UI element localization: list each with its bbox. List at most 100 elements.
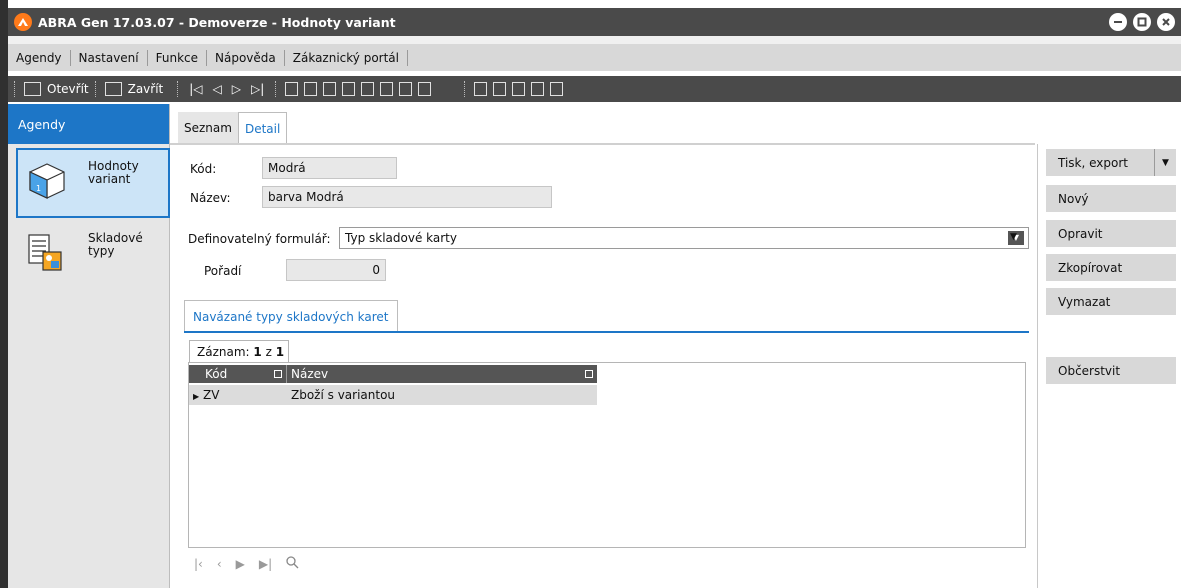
table-row[interactable]: ▶ ZV Zboží s variantou — [189, 385, 597, 405]
column-header-nazev-label: Název — [291, 367, 329, 381]
tab-detail[interactable]: Detail — [237, 112, 288, 144]
poradi-label: Pořadí — [204, 264, 242, 278]
kod-label: Kód: — [190, 162, 217, 176]
poradi-field[interactable]: 0 — [286, 259, 386, 281]
report-icon[interactable] — [418, 82, 432, 96]
print-icon[interactable] — [323, 82, 337, 96]
stock-types-icon — [26, 232, 68, 274]
tab-navazane-typy-label: Navázané typy skladových karet — [193, 309, 389, 324]
settings-icon[interactable] — [531, 82, 545, 96]
record-of: z — [265, 344, 272, 359]
menu-zakaznicky-portal[interactable]: Zákaznický portál — [285, 49, 408, 66]
menu-funkce[interactable]: Funkce — [148, 49, 208, 66]
open-icon — [24, 82, 41, 96]
column-filter-icon[interactable] — [274, 370, 282, 378]
titlebar-gap — [8, 36, 1181, 44]
grid-navigator: |‹ ‹ ▶ ▶| — [194, 556, 299, 572]
close-agenda-button[interactable]: Zavřít — [102, 82, 163, 96]
toolbar: Otevřít Zavřít |◁ ◁ ▷ ▷| — [8, 76, 1181, 102]
print-export-label: Tisk, export — [1058, 155, 1128, 170]
help-context-icon[interactable] — [493, 82, 507, 96]
minimize-icon[interactable] — [1109, 13, 1127, 31]
column-filter-icon[interactable] — [585, 370, 593, 378]
cube-icon: 1 — [26, 160, 68, 202]
new-record-icon[interactable] — [285, 82, 299, 96]
customize-icon[interactable] — [550, 82, 564, 96]
print-export-button[interactable]: Tisk, export ▼ — [1046, 149, 1176, 176]
formular-label: Definovatelný formulář: — [188, 232, 331, 246]
nav-first-icon[interactable]: |‹ — [194, 557, 203, 571]
toolbar-separator — [94, 81, 96, 97]
nav-next-icon[interactable]: ▶ — [236, 557, 245, 571]
dropdown-menu-icon[interactable]: ▼ — [1010, 232, 1017, 242]
row-cell-nazev: Zboží s variantou — [291, 388, 396, 402]
agenda-panel-header: Agendy — [8, 104, 169, 144]
sidebar-item-label-line2: typy — [88, 244, 115, 258]
subtab-divider — [184, 331, 1029, 333]
tab-seznam[interactable]: Seznam — [178, 112, 238, 144]
toolbar-separator — [14, 81, 15, 97]
window-title: ABRA Gen 17.03.07 - Demoverze - Hodnoty … — [38, 14, 396, 30]
help-form-icon[interactable] — [512, 82, 526, 96]
tab-navazane-typy[interactable]: Navázané typy skladových karet — [184, 300, 398, 332]
menu-nastaveni[interactable]: Nastavení — [71, 49, 148, 66]
row-indicator-icon: ▶ — [193, 392, 200, 401]
toolbar-separator — [275, 81, 277, 97]
sidebar-item-skladove-typy[interactable]: Skladové typy — [18, 222, 170, 292]
sidebar-item-label: Hodnoty variant — [88, 160, 139, 186]
grid-header: Kód Název — [189, 365, 597, 383]
action-panel: Tisk, export ▼ Nový Opravit Zkopírovat V… — [1037, 144, 1181, 588]
row-cell-kod-value: ZV — [202, 388, 220, 402]
nav-last-icon[interactable]: ▶| — [259, 557, 272, 571]
column-header-kod-label: Kód — [205, 367, 228, 381]
window-left-border — [0, 0, 8, 588]
menu-agendy[interactable]: Agendy — [8, 49, 71, 66]
delete-icon[interactable] — [399, 82, 413, 96]
record-counter: Záznam: 1 z 1 — [189, 340, 289, 362]
record-total: 1 — [275, 344, 285, 359]
sidebar-item-hodnoty-variant[interactable]: 1 Hodnoty variant — [16, 148, 170, 218]
print-export-dropdown[interactable]: ▼ — [1154, 149, 1176, 176]
linked-types-grid: Kód Název ▶ ZV Zboží s variantou — [188, 362, 1026, 548]
edit-button[interactable]: Opravit — [1046, 220, 1176, 247]
maximize-icon[interactable] — [1133, 13, 1151, 31]
first-record-icon[interactable]: |◁ — [189, 82, 202, 96]
row-cell-kod: ▶ ZV — [189, 388, 287, 402]
tabs-divider — [170, 143, 1035, 145]
delete-button[interactable]: Vymazat — [1046, 288, 1176, 315]
agenda-panel-title: Agendy — [18, 116, 66, 132]
copy-record-icon[interactable] — [304, 82, 318, 96]
copy-button[interactable]: Zkopírovat — [1046, 254, 1176, 281]
close-icon[interactable] — [1157, 13, 1175, 31]
search-icon[interactable] — [286, 556, 299, 572]
nazev-field[interactable]: barva Modrá — [262, 186, 552, 208]
view-tabs: Seznam Detail — [178, 110, 288, 144]
nazev-label: Název: — [190, 191, 231, 205]
sidebar-item-label: Skladové typy — [88, 232, 143, 258]
nav-prev-icon[interactable]: ‹ — [217, 557, 222, 571]
formular-select[interactable]: Typ skladové karty ▼ — [339, 227, 1029, 249]
refresh-button[interactable]: Občerstvit — [1046, 357, 1176, 384]
toolbar-separator — [177, 81, 179, 97]
next-record-icon[interactable]: ▷ — [232, 82, 241, 96]
svg-text:1: 1 — [36, 184, 41, 193]
column-header-nazev[interactable]: Název — [287, 365, 597, 383]
help-icon[interactable] — [474, 82, 488, 96]
formular-select-value: Typ skladové karty — [345, 231, 457, 245]
kod-field[interactable]: Modrá — [262, 157, 397, 179]
document-icon[interactable] — [342, 82, 356, 96]
sidebar-item-label-line2: variant — [88, 172, 131, 186]
duplicate-icon[interactable] — [380, 82, 394, 96]
chevron-down-icon: ▼ — [1162, 157, 1169, 168]
agenda-panel: Agendy 1 Hodnoty variant Skladové typy — [8, 104, 170, 588]
edit-icon[interactable] — [361, 82, 375, 96]
column-header-kod[interactable]: Kód — [189, 365, 287, 383]
open-button[interactable]: Otevřít — [21, 82, 89, 96]
toolbar-separator — [464, 81, 466, 97]
close-agenda-icon — [104, 82, 122, 96]
previous-record-icon[interactable]: ◁ — [213, 82, 222, 96]
record-current: 1 — [253, 344, 262, 359]
menu-napoveda[interactable]: Nápověda — [207, 49, 285, 66]
new-button[interactable]: Nový — [1046, 185, 1176, 212]
last-record-icon[interactable]: ▷| — [251, 82, 264, 96]
